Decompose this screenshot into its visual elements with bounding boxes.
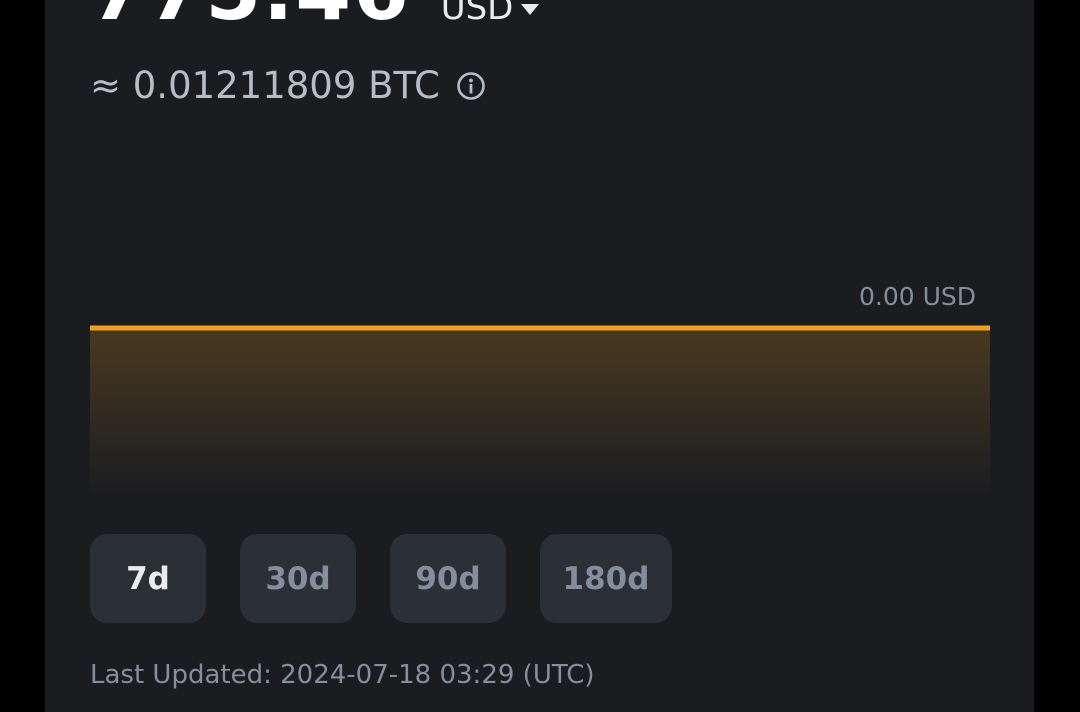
- balance-area-chart: [90, 325, 990, 500]
- btc-equivalent: ≈ 0.01211809 BTC: [90, 64, 440, 107]
- period-30d-button[interactable]: 30d: [240, 534, 356, 623]
- period-7d-button[interactable]: 7d: [90, 534, 206, 623]
- period-180d-button[interactable]: 180d: [540, 534, 672, 623]
- period-90d-button[interactable]: 90d: [390, 534, 506, 623]
- caret-down-icon: [521, 3, 540, 15]
- balance-panel: 775.46 USD ≈ 0.01211809 BTC 0.00 USD 7d …: [45, 0, 1034, 712]
- btc-equivalent-row: ≈ 0.01211809 BTC: [90, 64, 486, 108]
- currency-dropdown[interactable]: USD: [441, 0, 540, 25]
- chart-area-fill: [90, 328, 990, 500]
- period-selector: 7d 30d 90d 180d: [90, 534, 706, 623]
- last-updated-text: Last Updated: 2024-07-18 03:29 (UTC): [90, 660, 595, 690]
- balance-row: 775.46 USD: [90, 0, 540, 32]
- info-icon[interactable]: [456, 71, 486, 101]
- balance-value: 775.46: [90, 0, 411, 32]
- currency-label: USD: [440, 0, 514, 28]
